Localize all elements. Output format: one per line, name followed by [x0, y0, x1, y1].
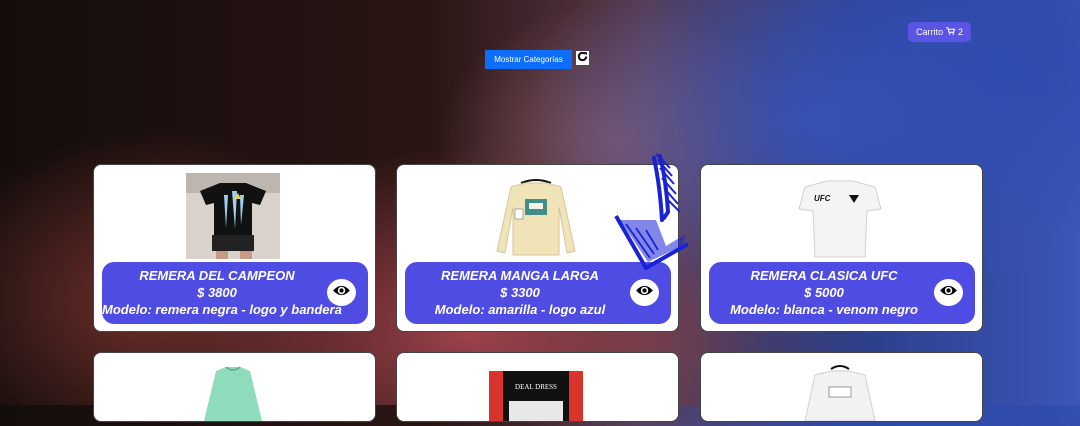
- show-categories-button[interactable]: Mostrar Categorías: [485, 50, 572, 69]
- cart-label: Carrito: [915, 27, 943, 37]
- deal-dress-text: DEAL DRESS: [515, 383, 557, 391]
- reload-button[interactable]: [576, 51, 589, 65]
- product-image-black-tshirt: [186, 173, 280, 259]
- product-image-deal-dress: DEAL DRESS: [489, 361, 583, 421]
- product-card-partial-1: [93, 352, 376, 422]
- product-image-white-ufc-tshirt: UFC: [793, 173, 887, 259]
- product-price: $ 3300: [500, 285, 540, 300]
- annotation-arrow-icon: [614, 153, 689, 270]
- product-card-partial-3: [700, 352, 983, 422]
- view-product-button[interactable]: [630, 279, 659, 306]
- product-price: $ 5000: [804, 285, 844, 300]
- eye-icon: [939, 284, 958, 302]
- cart-count: 2: [958, 27, 964, 37]
- ufc-logo-text: UFC: [814, 194, 831, 203]
- product-price: $ 3800: [197, 285, 237, 300]
- product-model: Modelo: blanca - venom negro: [730, 302, 918, 317]
- eye-icon: [635, 284, 654, 302]
- product-card-partial-2: DEAL DRESS: [396, 352, 679, 422]
- product-name: REMERA CLASICA UFC: [750, 268, 898, 283]
- view-product-button[interactable]: [934, 279, 963, 306]
- product-name: REMERA MANGA LARGA: [441, 268, 599, 283]
- cart-button[interactable]: Carrito 2: [908, 22, 971, 42]
- product-info-panel: REMERA CLASICA UFC $ 5000 Modelo: blanca…: [709, 262, 975, 324]
- eye-icon: [332, 284, 351, 302]
- view-product-button[interactable]: [327, 279, 356, 306]
- product-model: Modelo: remera negra - logo y bandera: [102, 302, 342, 317]
- reload-icon: [577, 49, 588, 67]
- product-info-panel: REMERA DEL CAMPEON $ 3800 Modelo: remera…: [102, 262, 368, 324]
- product-image-white-longsleeve: [793, 361, 887, 422]
- product-model: Modelo: amarilla - logo azul: [434, 302, 606, 317]
- product-image-yellow-longsleeve: [489, 173, 583, 259]
- product-card-campeon: REMERA DEL CAMPEON $ 3800 Modelo: remera…: [93, 164, 376, 332]
- product-card-clasica-ufc: UFC REMERA CLASICA UFC $ 5000 Modelo: bl…: [700, 164, 983, 332]
- cart-icon: [946, 27, 956, 37]
- product-image-mint-longsleeve: [186, 361, 280, 421]
- product-name: REMERA DEL CAMPEON: [139, 268, 295, 283]
